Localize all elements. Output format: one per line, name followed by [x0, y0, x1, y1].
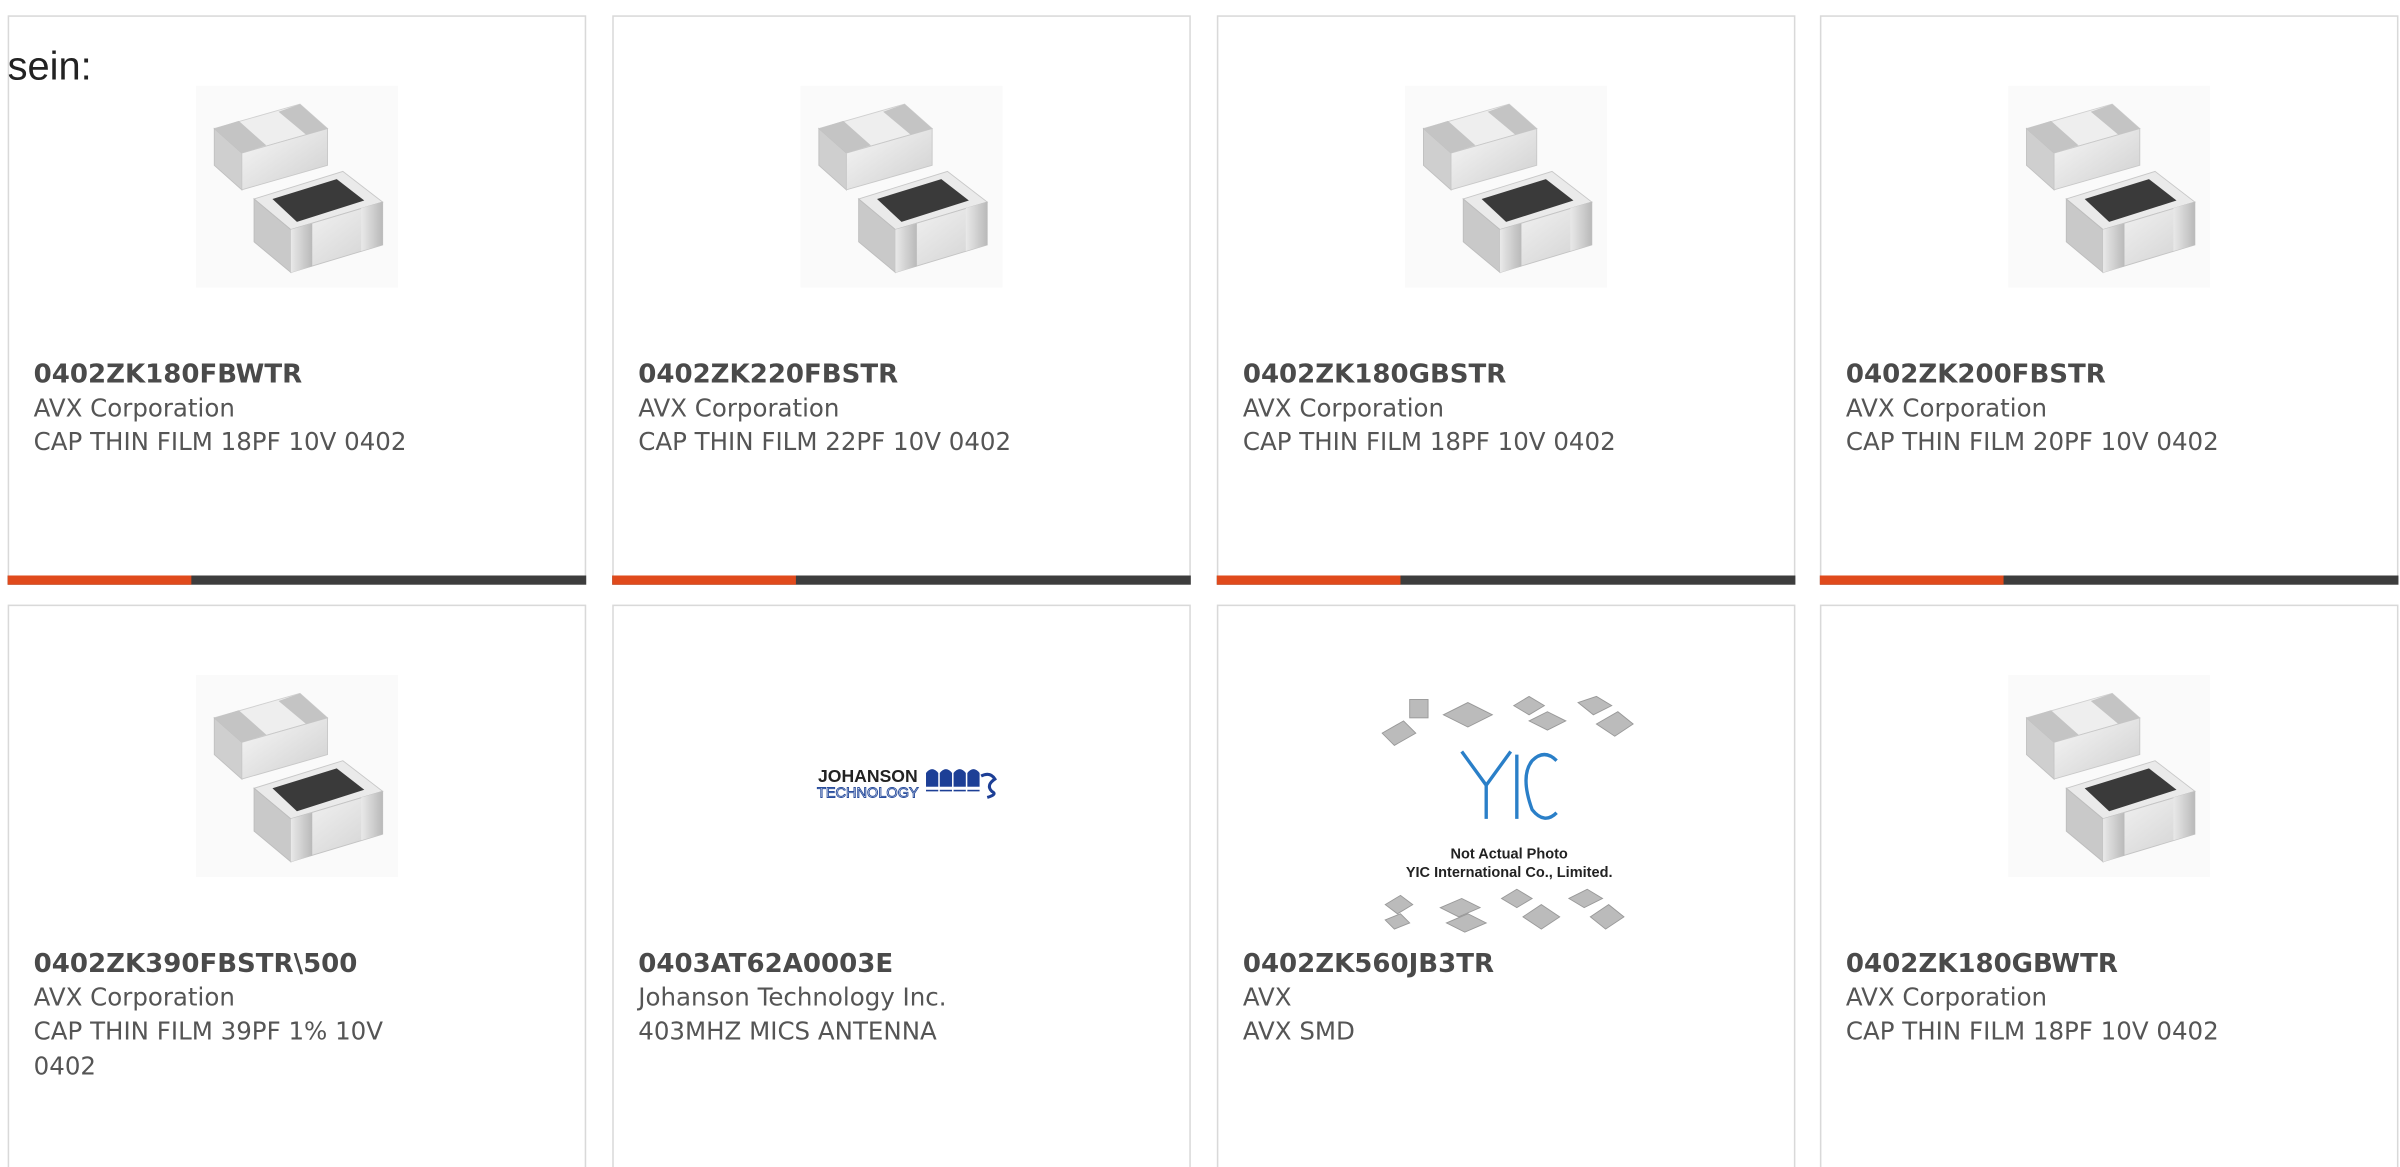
product-card[interactable]: Not Actual Photo YIC International Co., … [1216, 604, 1796, 1167]
yic-logo-icon [1460, 750, 1558, 820]
product-card[interactable]: 0402ZK180FBWTR AVX Corporation CAP THIN … [7, 15, 587, 585]
card-bottom-bar [612, 575, 1191, 585]
waveform-icon [926, 769, 997, 799]
part-number[interactable]: 0402ZK180GBWTR [1846, 949, 2118, 980]
manufacturer: AVX [1242, 982, 1292, 1012]
manufacturer: AVX Corporation [1242, 393, 1445, 423]
manufacturer: AVX Corporation [33, 393, 235, 423]
description: CAP THIN FILM 18PF 10V 0402 [33, 427, 407, 457]
part-number[interactable]: 0402ZK560JB3TR [1243, 949, 1494, 980]
description: CAP THIN FILM 39PF 1% 10V 0402 [33, 1016, 384, 1080]
part-number[interactable]: 0402ZK390FBSTR\500 [34, 949, 358, 980]
logo-line-2: TECHNOLOGY [817, 785, 919, 801]
description: CAP THIN FILM 18PF 10V 0402 [1242, 427, 1616, 457]
description: AVX SMD [1242, 1016, 1355, 1046]
manufacturer: AVX Corporation [33, 982, 235, 1012]
manufacturer: AVX Corporation [638, 393, 840, 423]
part-number[interactable]: 0402ZK200FBSTR [1846, 360, 2106, 391]
chip-capacitor-image [2008, 675, 2210, 877]
part-number[interactable]: 0402ZK180FBWTR [34, 360, 302, 391]
chip-capacitor-image [801, 86, 1003, 288]
product-grid-page: sein: 0402ZK180FBWTR AVX Corporation CAP… [0, 0, 2400, 1167]
manufacturer: AVX Corporation [1845, 393, 2048, 423]
chip-capacitor-image [2008, 86, 2210, 288]
chip-capacitor-image [196, 86, 398, 288]
yic-company-label: YIC International Co., Limited. [1406, 865, 1613, 881]
description: 403MHZ MICS ANTENNA [638, 1016, 937, 1046]
card-bottom-bar [1819, 575, 2399, 585]
not-actual-photo-label: Not Actual Photo [1451, 847, 1568, 863]
component-icons-top [1381, 695, 1634, 746]
card-accent [1819, 575, 2004, 585]
part-number[interactable]: 0403AT62A0003E [638, 949, 893, 980]
manufacturer: AVX Corporation [1845, 982, 2048, 1012]
logo-line-1: JOHANSON [818, 766, 918, 786]
component-icons-bottom [1384, 888, 1625, 933]
description: CAP THIN FILM 22PF 10V 0402 [638, 427, 1012, 457]
card-accent [1216, 575, 1401, 585]
manufacturer: Johanson Technology Inc. [638, 982, 947, 1012]
chip-capacitor-image [196, 675, 398, 877]
product-card[interactable]: JOHANSON TECHNOLOGY 0403AT62A0003E Johan… [612, 604, 1191, 1167]
intro-text: sein: [7, 42, 92, 89]
chip-capacitor-image [1405, 86, 1607, 288]
product-card[interactable]: 0402ZK180GBSTR AVX Corporation CAP THIN … [1216, 15, 1796, 585]
card-accent [7, 575, 192, 585]
part-number[interactable]: 0402ZK220FBSTR [638, 360, 898, 391]
product-card[interactable]: 0402ZK200FBSTR AVX Corporation CAP THIN … [1819, 15, 2399, 585]
product-card[interactable]: 0402ZK180GBWTR AVX Corporation CAP THIN … [1819, 604, 2399, 1167]
product-card[interactable]: 0402ZK220FBSTR AVX Corporation CAP THIN … [612, 15, 1191, 585]
johanson-logo-image: JOHANSON TECHNOLOGY [817, 766, 997, 802]
part-number[interactable]: 0402ZK180GBSTR [1243, 360, 1507, 391]
product-card[interactable]: 0402ZK390FBSTR\500 AVX Corporation CAP T… [7, 604, 587, 1167]
card-bottom-bar [7, 575, 587, 585]
card-bottom-bar [1216, 575, 1796, 585]
description: CAP THIN FILM 18PF 10V 0402 [1845, 1016, 2219, 1046]
not-actual-photo-image: Not Actual Photo YIC International Co., … [1381, 695, 1634, 933]
card-accent [612, 575, 796, 585]
description: CAP THIN FILM 20PF 10V 0402 [1845, 427, 2219, 457]
